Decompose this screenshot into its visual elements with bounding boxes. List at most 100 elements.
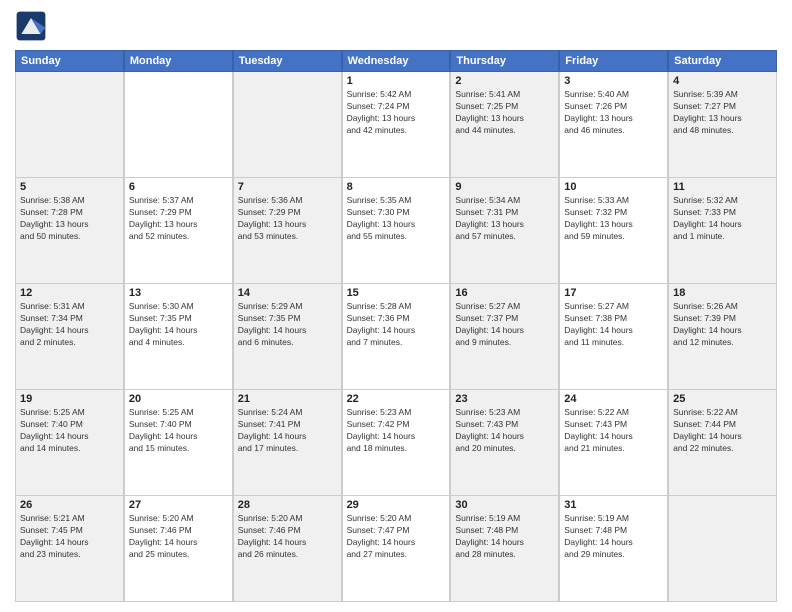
day-number: 14 bbox=[238, 287, 337, 299]
day-header-monday: Monday bbox=[124, 50, 233, 72]
day-number: 27 bbox=[129, 499, 228, 511]
day-info: Sunrise: 5:26 AMSunset: 7:39 PMDaylight:… bbox=[673, 301, 772, 349]
calendar-body: 1 Sunrise: 5:42 AMSunset: 7:24 PMDaylight… bbox=[15, 72, 777, 602]
day-info: Sunrise: 5:28 AMSunset: 7:36 PMDaylight:… bbox=[347, 301, 446, 349]
day-number: 16 bbox=[455, 287, 554, 299]
day-cell-1: 1 Sunrise: 5:42 AMSunset: 7:24 PMDaylight… bbox=[342, 72, 451, 177]
day-cell-20: 20 Sunrise: 5:25 AMSunset: 7:40 PMDayligh… bbox=[124, 390, 233, 495]
day-number: 9 bbox=[455, 181, 554, 193]
day-header-sunday: Sunday bbox=[15, 50, 124, 72]
week-row-2: 5 Sunrise: 5:38 AMSunset: 7:28 PMDaylight… bbox=[15, 178, 777, 284]
week-row-1: 1 Sunrise: 5:42 AMSunset: 7:24 PMDaylight… bbox=[15, 72, 777, 178]
day-info: Sunrise: 5:39 AMSunset: 7:27 PMDaylight:… bbox=[673, 89, 772, 137]
day-number: 25 bbox=[673, 393, 772, 405]
day-cell-12: 12Sunrise: 5:31 AMSunset: 7:34 PMDayligh… bbox=[15, 284, 124, 389]
day-number: 22 bbox=[347, 393, 446, 405]
day-info: Sunrise: 5:19 AMSunset: 7:48 PMDaylight:… bbox=[564, 513, 663, 561]
day-number: 20 bbox=[129, 393, 228, 405]
day-number: 5 bbox=[20, 181, 119, 193]
day-cell-27: 27 Sunrise: 5:20 AMSunset: 7:46 PMDayligh… bbox=[124, 496, 233, 601]
day-info: Sunrise: 5:21 AMSunset: 7:45 PMDaylight:… bbox=[20, 513, 119, 561]
day-cell-14: 14 Sunrise: 5:29 AMSunset: 7:35 PMDayligh… bbox=[233, 284, 342, 389]
day-info: Sunrise: 5:41 AMSunset: 7:25 PMDaylight:… bbox=[455, 89, 554, 137]
day-header-wednesday: Wednesday bbox=[342, 50, 451, 72]
day-number: 11 bbox=[673, 181, 772, 193]
logo-icon bbox=[15, 10, 47, 42]
day-header-friday: Friday bbox=[559, 50, 668, 72]
page: SundayMondayTuesdayWednesdayThursdayFrid… bbox=[0, 0, 792, 612]
day-cell-19: 19 Sunrise: 5:25 AMSunset: 7:40 PMDayligh… bbox=[15, 390, 124, 495]
day-cell-5: 5 Sunrise: 5:38 AMSunset: 7:28 PMDaylight… bbox=[15, 178, 124, 283]
day-info: Sunrise: 5:33 AMSunset: 7:32 PMDaylight:… bbox=[564, 195, 663, 243]
day-cell-3: 3Sunrise: 5:40 AMSunset: 7:26 PMDaylight… bbox=[559, 72, 668, 177]
day-number: 12 bbox=[20, 287, 119, 299]
day-info: Sunrise: 5:22 AMSunset: 7:43 PMDaylight:… bbox=[564, 407, 663, 455]
day-number: 19 bbox=[20, 393, 119, 405]
day-cell-16: 16 Sunrise: 5:27 AMSunset: 7:37 PMDayligh… bbox=[450, 284, 559, 389]
empty-cell bbox=[233, 72, 342, 177]
day-info: Sunrise: 5:38 AMSunset: 7:28 PMDaylight:… bbox=[20, 195, 119, 243]
day-info: Sunrise: 5:35 AMSunset: 7:30 PMDaylight:… bbox=[347, 195, 446, 243]
day-number: 4 bbox=[673, 75, 772, 87]
day-cell-13: 13Sunrise: 5:30 AMSunset: 7:35 PMDayligh… bbox=[124, 284, 233, 389]
day-number: 31 bbox=[564, 499, 663, 511]
day-cell-26: 26Sunrise: 5:21 AMSunset: 7:45 PMDayligh… bbox=[15, 496, 124, 601]
day-number: 10 bbox=[564, 181, 663, 193]
day-cell-31: 31 Sunrise: 5:19 AMSunset: 7:48 PMDayligh… bbox=[559, 496, 668, 601]
day-cell-9: 9 Sunrise: 5:34 AMSunset: 7:31 PMDaylight… bbox=[450, 178, 559, 283]
empty-cell bbox=[15, 72, 124, 177]
calendar: SundayMondayTuesdayWednesdayThursdayFrid… bbox=[15, 50, 777, 602]
day-info: Sunrise: 5:27 AMSunset: 7:37 PMDaylight:… bbox=[455, 301, 554, 349]
day-cell-6: 6Sunrise: 5:37 AMSunset: 7:29 PMDaylight… bbox=[124, 178, 233, 283]
day-cell-22: 22 Sunrise: 5:23 AMSunset: 7:42 PMDayligh… bbox=[342, 390, 451, 495]
day-cell-25: 25 Sunrise: 5:22 AMSunset: 7:44 PMDayligh… bbox=[668, 390, 777, 495]
day-number: 23 bbox=[455, 393, 554, 405]
day-cell-18: 18 Sunrise: 5:26 AMSunset: 7:39 PMDayligh… bbox=[668, 284, 777, 389]
day-info: Sunrise: 5:20 AMSunset: 7:46 PMDaylight:… bbox=[129, 513, 228, 561]
day-number: 8 bbox=[347, 181, 446, 193]
week-row-4: 19 Sunrise: 5:25 AMSunset: 7:40 PMDayligh… bbox=[15, 390, 777, 496]
header bbox=[15, 10, 777, 42]
day-number: 3 bbox=[564, 75, 663, 87]
day-cell-4: 4 Sunrise: 5:39 AMSunset: 7:27 PMDaylight… bbox=[668, 72, 777, 177]
day-cell-17: 17 Sunrise: 5:27 AMSunset: 7:38 PMDayligh… bbox=[559, 284, 668, 389]
day-info: Sunrise: 5:20 AMSunset: 7:46 PMDaylight:… bbox=[238, 513, 337, 561]
day-info: Sunrise: 5:29 AMSunset: 7:35 PMDaylight:… bbox=[238, 301, 337, 349]
day-number: 28 bbox=[238, 499, 337, 511]
day-cell-24: 24 Sunrise: 5:22 AMSunset: 7:43 PMDayligh… bbox=[559, 390, 668, 495]
day-info: Sunrise: 5:27 AMSunset: 7:38 PMDaylight:… bbox=[564, 301, 663, 349]
day-number: 24 bbox=[564, 393, 663, 405]
day-info: Sunrise: 5:22 AMSunset: 7:44 PMDaylight:… bbox=[673, 407, 772, 455]
day-info: Sunrise: 5:25 AMSunset: 7:40 PMDaylight:… bbox=[20, 407, 119, 455]
day-cell-30: 30Sunrise: 5:19 AMSunset: 7:48 PMDayligh… bbox=[450, 496, 559, 601]
empty-cell bbox=[124, 72, 233, 177]
day-cell-29: 29 Sunrise: 5:20 AMSunset: 7:47 PMDayligh… bbox=[342, 496, 451, 601]
day-info: Sunrise: 5:34 AMSunset: 7:31 PMDaylight:… bbox=[455, 195, 554, 243]
day-info: Sunrise: 5:24 AMSunset: 7:41 PMDaylight:… bbox=[238, 407, 337, 455]
day-number: 17 bbox=[564, 287, 663, 299]
day-info: Sunrise: 5:20 AMSunset: 7:47 PMDaylight:… bbox=[347, 513, 446, 561]
day-number: 29 bbox=[347, 499, 446, 511]
day-info: Sunrise: 5:25 AMSunset: 7:40 PMDaylight:… bbox=[129, 407, 228, 455]
day-cell-10: 10 Sunrise: 5:33 AMSunset: 7:32 PMDayligh… bbox=[559, 178, 668, 283]
logo bbox=[15, 10, 51, 42]
day-info: Sunrise: 5:23 AMSunset: 7:43 PMDaylight:… bbox=[455, 407, 554, 455]
week-row-5: 26Sunrise: 5:21 AMSunset: 7:45 PMDayligh… bbox=[15, 496, 777, 602]
day-info: Sunrise: 5:19 AMSunset: 7:48 PMDaylight:… bbox=[455, 513, 554, 561]
day-number: 18 bbox=[673, 287, 772, 299]
week-row-3: 12Sunrise: 5:31 AMSunset: 7:34 PMDayligh… bbox=[15, 284, 777, 390]
day-cell-8: 8 Sunrise: 5:35 AMSunset: 7:30 PMDaylight… bbox=[342, 178, 451, 283]
day-number: 7 bbox=[238, 181, 337, 193]
day-number: 1 bbox=[347, 75, 446, 87]
day-header-saturday: Saturday bbox=[668, 50, 777, 72]
day-info: Sunrise: 5:37 AMSunset: 7:29 PMDaylight:… bbox=[129, 195, 228, 243]
day-info: Sunrise: 5:32 AMSunset: 7:33 PMDaylight:… bbox=[673, 195, 772, 243]
day-header-tuesday: Tuesday bbox=[233, 50, 342, 72]
day-cell-15: 15Sunrise: 5:28 AMSunset: 7:36 PMDayligh… bbox=[342, 284, 451, 389]
day-info: Sunrise: 5:36 AMSunset: 7:29 PMDaylight:… bbox=[238, 195, 337, 243]
day-number: 13 bbox=[129, 287, 228, 299]
day-cell-11: 11 Sunrise: 5:32 AMSunset: 7:33 PMDayligh… bbox=[668, 178, 777, 283]
day-number: 21 bbox=[238, 393, 337, 405]
day-info: Sunrise: 5:23 AMSunset: 7:42 PMDaylight:… bbox=[347, 407, 446, 455]
day-info: Sunrise: 5:42 AMSunset: 7:24 PMDaylight:… bbox=[347, 89, 446, 137]
